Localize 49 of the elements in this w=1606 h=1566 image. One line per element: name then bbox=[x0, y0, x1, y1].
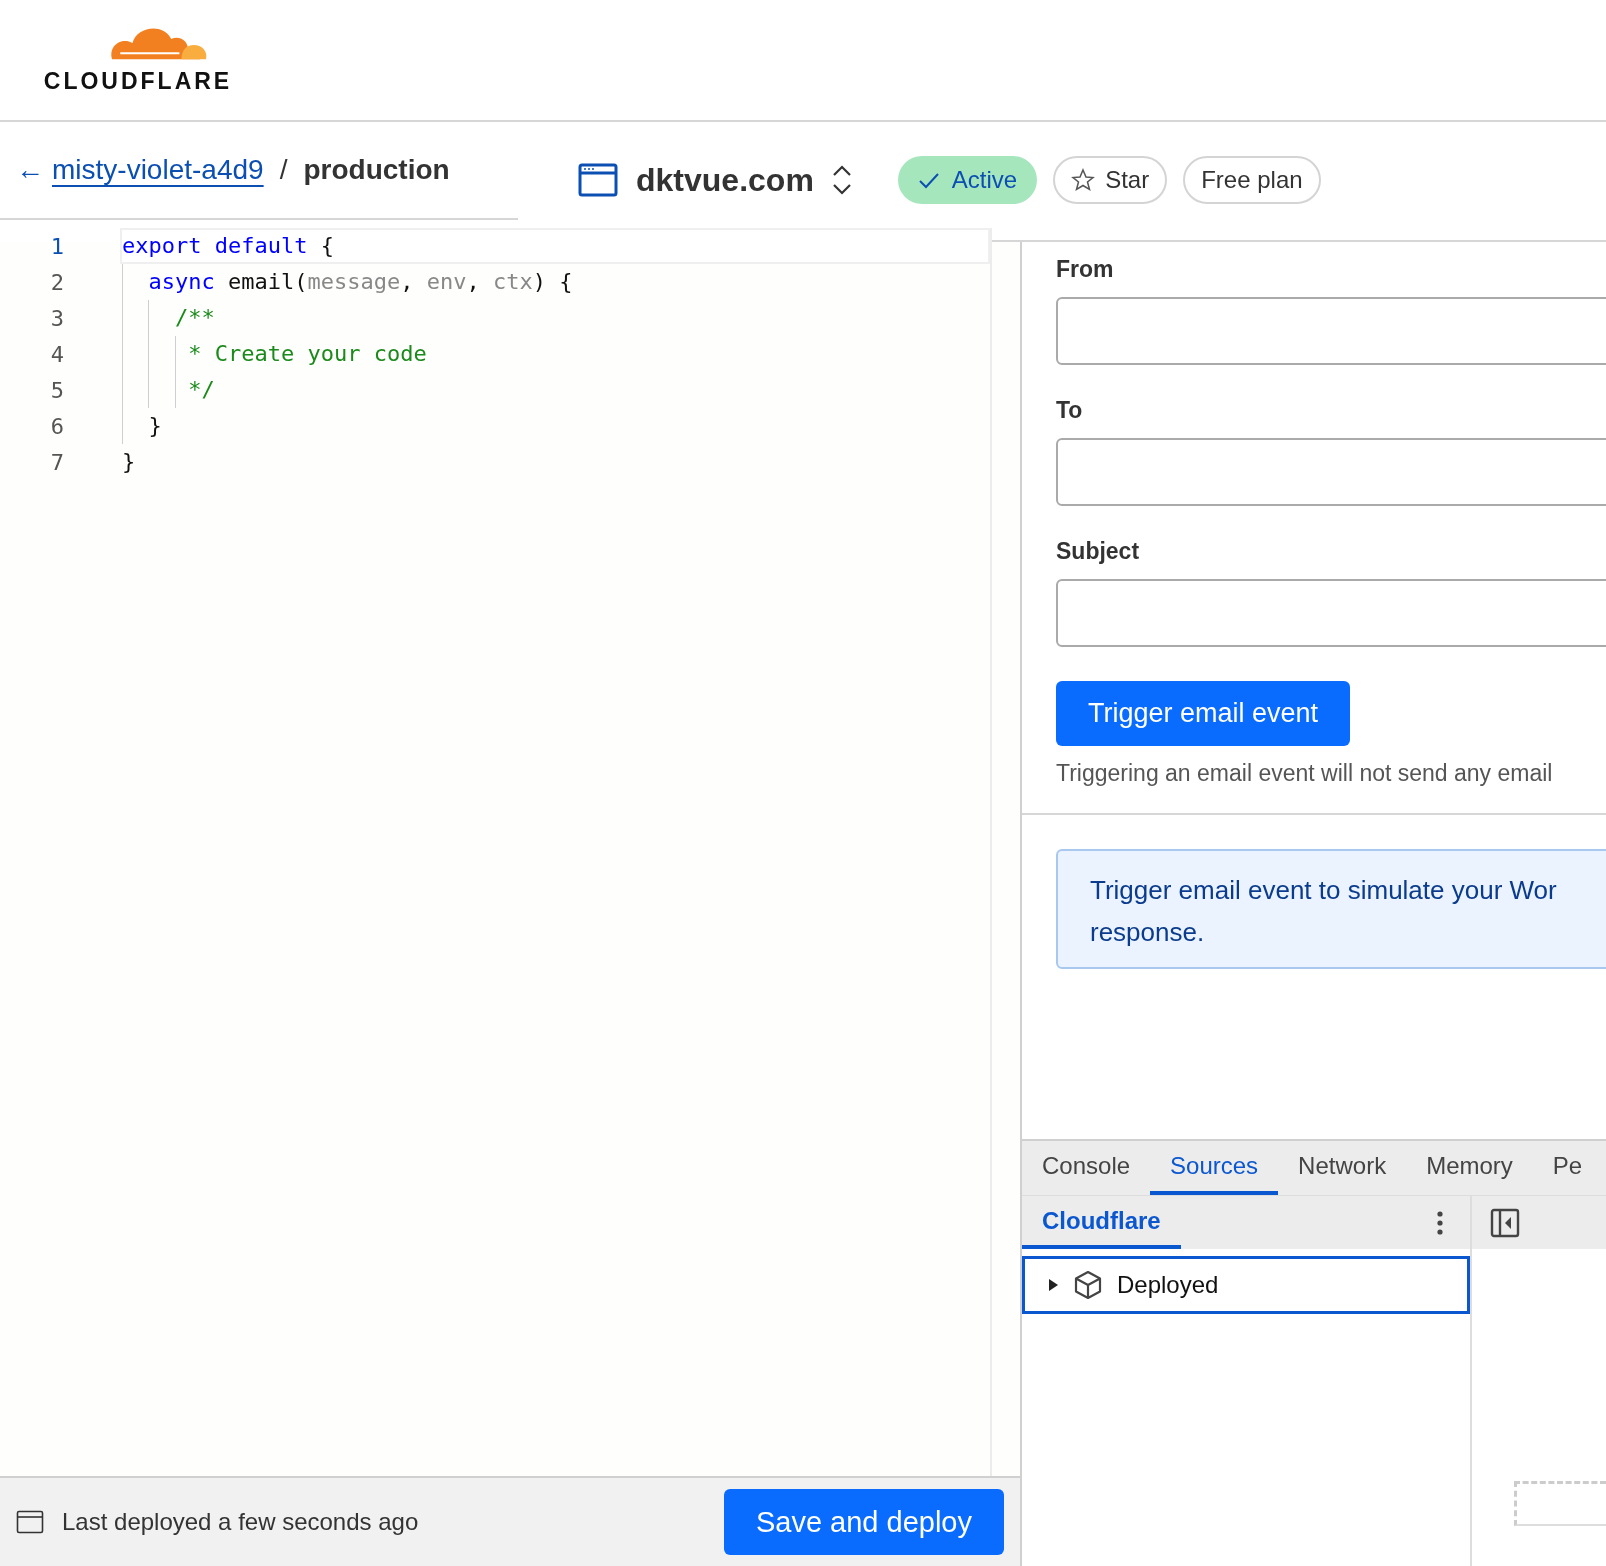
code-line: async email(message, env, ctx) { bbox=[122, 264, 990, 300]
breadcrumb-link[interactable]: ← misty-violet-a4d9 bbox=[16, 154, 264, 186]
deploy-status: Last deployed a few seconds ago bbox=[62, 1508, 420, 1536]
devtools-tab[interactable]: Memory bbox=[1406, 1141, 1533, 1195]
expand-triangle-icon[interactable] bbox=[1047, 1278, 1059, 1292]
code-line: } bbox=[122, 408, 990, 444]
breadcrumb-separator: / bbox=[279, 154, 288, 186]
code-line: } bbox=[122, 448, 137, 476]
input-field[interactable] bbox=[1056, 297, 1606, 365]
domain-title: dktvue.com bbox=[636, 161, 814, 199]
line-number: 6 bbox=[49, 413, 65, 439]
star-button[interactable]: Star bbox=[1053, 156, 1168, 204]
logo-wordmark: CLOUDFLARE bbox=[43, 67, 233, 95]
helper-text: Triggering an email event will not send any email bbox=[1056, 760, 1553, 787]
star-icon bbox=[1071, 168, 1096, 192]
browser-window-icon bbox=[578, 163, 618, 197]
info-message: Trigger email event to simulate your Wor response. bbox=[1056, 849, 1606, 969]
cloudflare-logo[interactable]: CLOUDFLARE bbox=[32, 17, 244, 95]
toggle-sidebar-icon[interactable] bbox=[1490, 1207, 1520, 1238]
browser-window-icon bbox=[16, 1510, 44, 1534]
field-label: To bbox=[1056, 397, 1083, 424]
devtools-tab[interactable]: Network bbox=[1278, 1141, 1407, 1195]
cube-icon bbox=[1073, 1270, 1103, 1300]
navigator-tab[interactable]: Cloudflare bbox=[1022, 1196, 1181, 1249]
devtools-tab[interactable]: Pe bbox=[1532, 1141, 1603, 1195]
line-number: 2 bbox=[49, 269, 65, 295]
line-number: 4 bbox=[49, 341, 65, 367]
line-number: 7 bbox=[49, 449, 65, 475]
devtools-tab[interactable]: Console bbox=[1022, 1141, 1151, 1195]
project-link[interactable]: misty-violet-a4d9 bbox=[52, 154, 264, 186]
field-label: From bbox=[1056, 256, 1114, 283]
plan-button[interactable]: Free plan bbox=[1183, 156, 1321, 204]
back-arrow-icon[interactable]: ← bbox=[16, 156, 44, 184]
code-line: /** bbox=[122, 300, 990, 336]
line-number: 1 bbox=[49, 233, 65, 259]
tree-item[interactable]: Deployed bbox=[1022, 1256, 1470, 1314]
status-badge: Active bbox=[897, 156, 1038, 204]
trigger-email-button[interactable]: Trigger email event bbox=[1056, 681, 1351, 746]
more-options-icon[interactable] bbox=[1436, 1209, 1444, 1236]
line-number: 3 bbox=[49, 305, 65, 331]
field-label: Subject bbox=[1056, 538, 1140, 565]
environment-name: production bbox=[303, 154, 450, 186]
input-field[interactable] bbox=[1056, 438, 1606, 506]
code-editor[interactable]: 1 export default { 2 async email(message, env, ctx) { 3 /** 4 * Create your code 5 */ 6 } 7 } bbox=[0, 228, 992, 1476]
code-line: */ bbox=[122, 372, 990, 408]
save-and-deploy-button[interactable]: Save and deploy bbox=[723, 1489, 1004, 1555]
line-number: 5 bbox=[49, 377, 65, 403]
code-line: * Create your code bbox=[122, 336, 990, 372]
input-field[interactable] bbox=[1056, 579, 1606, 647]
